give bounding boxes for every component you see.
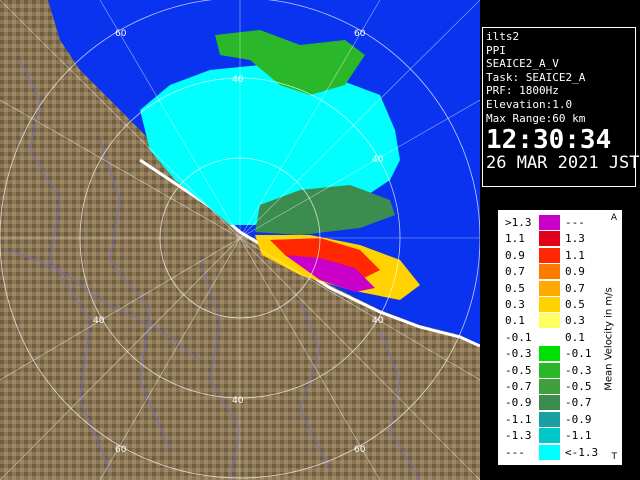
legend-high-value: -1.1 xyxy=(565,429,592,443)
range-label: 60 xyxy=(115,29,127,39)
legend-row: >1.3 --- xyxy=(499,215,621,231)
legend-high-value: -0.1 xyxy=(565,347,592,361)
range-label: 60 xyxy=(354,29,366,39)
range-label: 60 xyxy=(354,445,366,455)
legend-high-value: -0.5 xyxy=(565,380,592,393)
legend-low-value: 0.5 xyxy=(505,281,525,295)
range-label: 60 xyxy=(115,445,127,455)
legend-swatch xyxy=(539,280,560,296)
range-label: 40 xyxy=(232,75,244,85)
legend-swatch xyxy=(539,428,560,444)
max-range-value: Max Range:60 km xyxy=(486,111,586,125)
legend-low-value: -0.9 xyxy=(505,396,532,410)
legend-low-value: 0.9 xyxy=(505,248,525,262)
legend-low-value: 0.3 xyxy=(505,298,525,311)
legend-low-value: -0.7 xyxy=(505,380,532,393)
prf-value: PRF: 1800Hz xyxy=(486,84,559,98)
scan-info-box: ilts2 PPI SEAICE2_A_V Task: SEAICE2_A PR… xyxy=(482,27,640,187)
legend-high-value: 0.3 xyxy=(565,314,585,328)
legend-high-value: -0.9 xyxy=(565,412,592,426)
legend-high-value: -0.7 xyxy=(565,396,592,410)
legend-low-value: 1.1 xyxy=(505,232,525,246)
legend-low-value: 0.7 xyxy=(505,265,525,279)
legend-swatch xyxy=(539,231,560,247)
legend-low-value: -1.3 xyxy=(505,429,532,443)
legend-swatch xyxy=(539,395,560,411)
legend-low-value: 0.1 xyxy=(505,314,525,328)
legend-high-value: -0.3 xyxy=(565,363,592,377)
legend-low-value: --- xyxy=(505,445,525,459)
legend-high-value: 0.1 xyxy=(565,330,585,344)
range-label: 40 xyxy=(232,396,244,406)
legend-corner-top: A xyxy=(610,213,617,223)
legend-row: --- <-1.3 xyxy=(499,444,621,461)
legend-high-value: --- xyxy=(565,216,585,229)
legend-swatch xyxy=(539,313,560,329)
scan-date: 26 MAR 2021 JST xyxy=(486,153,640,174)
legend-low-value: -0.3 xyxy=(505,347,532,361)
legend-high-value: 0.9 xyxy=(565,265,585,279)
legend-low-value: >1.3 xyxy=(505,216,532,229)
legend-swatch xyxy=(539,444,560,460)
legend-corner-bottom: T xyxy=(611,452,618,462)
legend-swatch xyxy=(539,362,560,378)
legend-high-value: 1.1 xyxy=(565,248,585,262)
task-name: Task: SEAICE2_A xyxy=(486,70,586,84)
legend-low-value: -1.1 xyxy=(505,412,532,426)
legend-high-value: 1.3 xyxy=(565,232,585,246)
scan-name: SEAICE2_A_V xyxy=(486,57,559,71)
legend-high-value: <-1.3 xyxy=(565,445,599,459)
legend-title: Mean Velocity in m/s xyxy=(599,231,619,446)
legend-swatch xyxy=(539,379,560,394)
site-name: ilts2 xyxy=(486,30,520,43)
range-label: 40 xyxy=(93,316,105,326)
legend-swatch xyxy=(539,247,560,263)
elevation-value: Elevation:1.0 xyxy=(486,97,573,111)
legend-swatch xyxy=(539,215,560,230)
legend-swatch xyxy=(539,264,560,280)
range-label: 40 xyxy=(372,155,384,165)
side-panel: ilts2 PPI SEAICE2_A_V Task: SEAICE2_A PR… xyxy=(480,0,640,480)
legend-high-value: 0.5 xyxy=(565,298,585,311)
legend-high-value: 0.7 xyxy=(565,281,585,295)
scan-mode: PPI xyxy=(486,43,506,57)
legend-swatch xyxy=(539,329,560,345)
legend-swatch xyxy=(539,411,560,427)
legend-swatch xyxy=(539,297,560,312)
velocity-color-legend: >1.3 --- 1.1 1.3 0.9 1.1 0.7 0.9 0.5 0.7 0.3 0.5 0.1… xyxy=(498,210,622,465)
legend-low-value: -0.1 xyxy=(505,330,532,344)
radar-ppi-display[interactable]: 60 40 60 40 40 40 60 40 60 xyxy=(0,0,480,480)
legend-swatch xyxy=(539,346,560,362)
legend-title-text: Mean Velocity in m/s xyxy=(603,286,615,391)
range-label: 40 xyxy=(372,316,384,326)
scan-time: 12:30:34 xyxy=(486,125,612,156)
legend-low-value: -0.5 xyxy=(505,363,532,377)
